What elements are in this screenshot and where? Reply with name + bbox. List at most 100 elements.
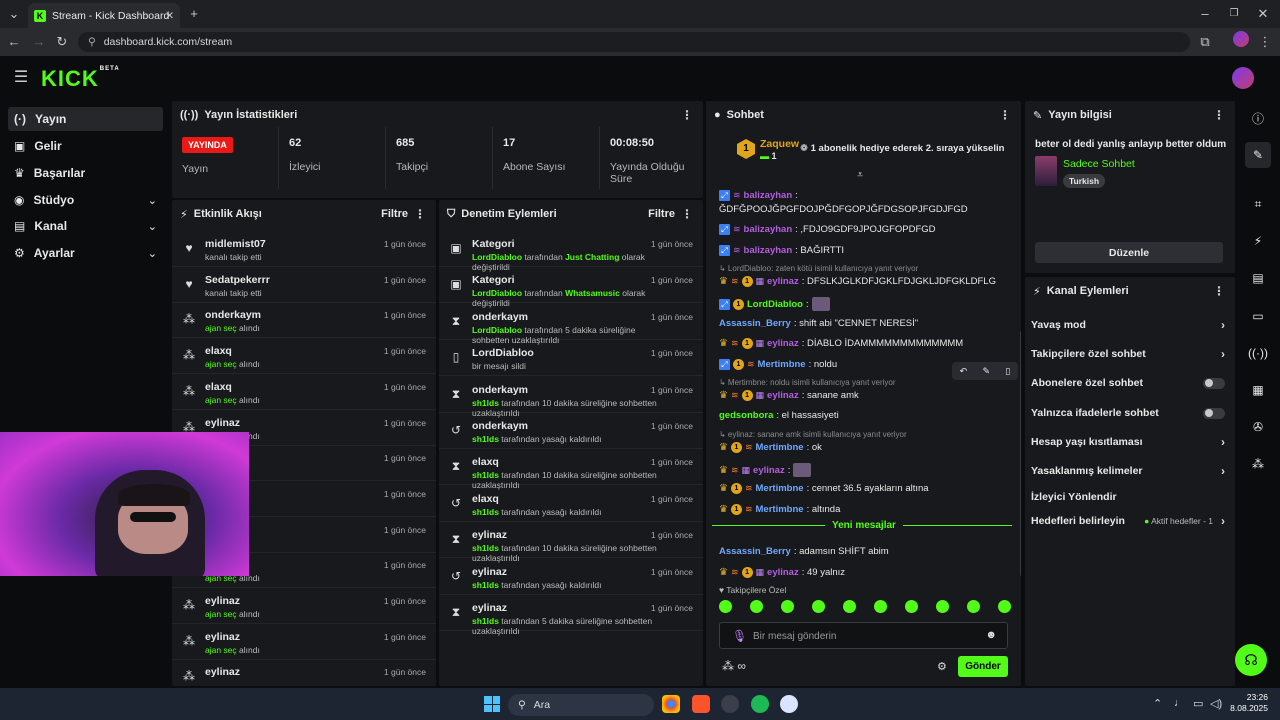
chat-username[interactable]: eylinaz bbox=[767, 390, 799, 401]
moderation-actor[interactable]: sh1lds bbox=[472, 470, 499, 480]
channel-setting-item[interactable]: Yasaklanmış kelimeler › bbox=[1031, 461, 1227, 481]
moderation-target[interactable]: elaxq bbox=[472, 456, 499, 468]
moderation-item[interactable]: ↺ onderkaym sh1lds tarafından yasağı kaldı… bbox=[439, 414, 703, 449]
moderation-target[interactable]: Kategori bbox=[472, 274, 515, 286]
moderation-actor[interactable]: sh1lds bbox=[472, 507, 499, 517]
chat-username[interactable]: eylinaz bbox=[767, 567, 799, 578]
moderation-actor[interactable]: LordDiabloo bbox=[472, 288, 522, 298]
chat-message[interactable]: ♛ 1 ≋ Mertimbne: cennet 36.5 ayakların altı… bbox=[719, 483, 929, 494]
more-options-icon[interactable]: ⋮ bbox=[999, 108, 1011, 122]
activity-item[interactable]: ⁂ eylinaz 1 gün önce bbox=[172, 660, 436, 686]
channel-setting-item[interactable]: Takipçilere özel sohbet › bbox=[1031, 344, 1227, 364]
back-icon[interactable]: ← bbox=[6, 35, 22, 49]
collapse-pinned-icon[interactable]: ⩡ bbox=[857, 169, 863, 182]
moderation-item[interactable]: ▣ Kategori LordDiabloo tarafından Whatsamu… bbox=[439, 268, 703, 308]
sidebar-item-kanal[interactable]: ▤ Kanal ⌄ bbox=[8, 214, 163, 238]
chat-message[interactable]: ⤢ 1 ≋ Mertimbne: noldu bbox=[719, 359, 837, 370]
moderation-item[interactable]: ⧗ onderkaym sh1lds tarafından 10 dakika sü… bbox=[439, 378, 703, 418]
activity-item[interactable]: ⁂ elaxq ajan seç alındı 1 gün önce bbox=[172, 375, 436, 410]
activity-username[interactable]: Sedatpekerrr bbox=[205, 274, 270, 286]
moderation-target[interactable]: onderkaym bbox=[472, 311, 528, 323]
activity-item[interactable]: ♥ Sedatpekerrr kanalı takip etti 1 gün önce bbox=[172, 268, 436, 303]
emote-icon[interactable] bbox=[874, 600, 887, 613]
channel-points-icon[interactable]: ⁂ ∞ bbox=[722, 659, 746, 673]
emote-icon[interactable] bbox=[905, 600, 918, 613]
chat-settings-icon[interactable]: ⚙ bbox=[937, 660, 947, 673]
moderation-actor[interactable]: sh1lds bbox=[472, 580, 499, 590]
moderation-target[interactable]: onderkaym bbox=[472, 420, 528, 432]
chat-username[interactable]: balizayhan bbox=[744, 245, 793, 256]
chat-message[interactable]: ♛ 1 ≋ Mertimbne: ok bbox=[719, 442, 822, 453]
user-avatar[interactable] bbox=[1232, 67, 1254, 89]
chat-username[interactable]: Mertimbne bbox=[756, 442, 804, 453]
new-tab-button[interactable]: + bbox=[186, 7, 202, 21]
chat-username[interactable]: LordDiabloo bbox=[747, 299, 803, 310]
sidebar-item-studyo[interactable]: ◉ Stüdyo ⌄ bbox=[8, 188, 163, 212]
moderation-filter-button[interactable]: Filtre bbox=[648, 208, 675, 220]
tray-volume-icon[interactable]: ◁) bbox=[1210, 697, 1222, 710]
activity-item[interactable]: ♥ midlemist07 kanalı takip etti 1 gün önce bbox=[172, 232, 436, 267]
browser-tab[interactable]: K Stream - Kick Dashboard ✕ bbox=[28, 3, 180, 28]
chat-username[interactable]: Assassin_Berry bbox=[719, 546, 791, 557]
forward-icon[interactable]: → bbox=[31, 35, 47, 49]
chat-message[interactable]: ĞDFĞPOOJĞPGFDOJPĞDFGOPJĞFDGSOPJFGDJFGD bbox=[719, 204, 968, 215]
browser-profile-avatar[interactable] bbox=[1233, 31, 1249, 47]
tray-network-icon[interactable]: ▭ bbox=[1193, 697, 1203, 710]
chat-message[interactable]: ♛ 1 ≋ Mertimbne: altında bbox=[719, 504, 840, 515]
chat-message[interactable]: ♛ ≋ ▦ eylinaz: bbox=[719, 463, 812, 477]
hamburger-menu-icon[interactable]: ☰ bbox=[13, 70, 29, 86]
chat-username[interactable]: Mertimbne bbox=[756, 504, 804, 515]
chat-message[interactable]: ♛ ≋ 1 ▦ eylinaz: DİABLO İDAMMMMMMMMMMMMM bbox=[719, 338, 963, 349]
activity-username[interactable]: elaxq bbox=[205, 345, 232, 357]
emote-icon[interactable] bbox=[998, 600, 1011, 613]
windows-start-icon[interactable] bbox=[484, 696, 500, 712]
extensions-icon[interactable]: ⧉ bbox=[1197, 35, 1213, 49]
pencil-icon[interactable]: ✎ bbox=[1245, 142, 1271, 168]
channel-setting-item[interactable]: Abonelere özel sohbet bbox=[1031, 373, 1227, 393]
emote-icon[interactable] bbox=[936, 600, 949, 613]
emote-icon[interactable] bbox=[750, 600, 763, 613]
chat-username[interactable]: Mertimbne bbox=[758, 359, 806, 370]
chat-message[interactable]: ⤢ ≋ balizayhan: bbox=[719, 190, 798, 201]
activity-filter-button[interactable]: Filtre bbox=[381, 208, 408, 220]
chat-message[interactable]: ♛ ≋ 1 ▦ eylinaz: DFSLKJGLKDFJGKLFDJGKLJDFGKL… bbox=[719, 276, 996, 287]
moderation-actor[interactable]: sh1lds bbox=[472, 543, 499, 553]
chat-username[interactable]: balizayhan bbox=[744, 190, 793, 201]
help-support-icon[interactable]: ☊ bbox=[1235, 644, 1267, 676]
chat-username[interactable]: balizayhan bbox=[744, 224, 793, 235]
channel-setting-item[interactable]: Yavaş mod › bbox=[1031, 315, 1227, 335]
activity-item[interactable]: ⁂ onderkaym ajan seç alındı 1 gün önce bbox=[172, 303, 436, 339]
more-options-icon[interactable]: ⋮ bbox=[681, 207, 693, 221]
toggle-switch[interactable] bbox=[1203, 377, 1225, 389]
chat-message[interactable]: ⤢ ≋ balizayhan: ,FDJO9GDF9JPOJGFOPDFGD bbox=[719, 224, 936, 235]
category-name[interactable]: Sadece Sohbet bbox=[1063, 158, 1135, 170]
close-tab-icon[interactable]: ✕ bbox=[165, 10, 174, 22]
pinned-username[interactable]: Zaquew bbox=[760, 138, 799, 150]
chat-scrollbar[interactable] bbox=[1020, 331, 1021, 576]
moderation-target[interactable]: eylinaz bbox=[472, 529, 507, 541]
moderation-item[interactable]: ▯ LordDiabloo bir mesajı sildi 1 gün önce bbox=[439, 341, 703, 377]
emote-icon[interactable] bbox=[812, 600, 825, 613]
moderation-list[interactable]: ▣ Kategori LordDiabloo tarafından Just Cha… bbox=[439, 232, 703, 686]
emote-icon[interactable] bbox=[843, 600, 856, 613]
more-options-icon[interactable]: ⋮ bbox=[414, 207, 426, 221]
activity-username[interactable]: eylinaz bbox=[205, 417, 240, 429]
toggle-switch[interactable] bbox=[1203, 407, 1225, 419]
more-options-icon[interactable]: ⋮ bbox=[681, 108, 693, 122]
emote-icon[interactable] bbox=[781, 600, 794, 613]
activity-item[interactable]: ⁂ eylinaz ajan seç alındı 1 gün önce bbox=[172, 589, 436, 624]
activity-username[interactable]: midlemist07 bbox=[205, 238, 266, 250]
moderation-item[interactable]: ⧗ eylinaz sh1lds tarafından 5 dakika sürel… bbox=[439, 596, 703, 636]
chat-username[interactable]: eylinaz bbox=[753, 465, 785, 476]
moderation-item[interactable]: ⧗ elaxq sh1lds tarafından 10 dakika süreli… bbox=[439, 450, 703, 490]
browser-menu-icon[interactable]: ⋮ bbox=[1257, 35, 1273, 49]
edit-button[interactable]: Düzenle bbox=[1035, 242, 1223, 263]
moderation-target[interactable]: Kategori bbox=[472, 238, 515, 250]
sidebar-item-yayin[interactable]: (·) Yayın bbox=[8, 107, 163, 131]
activity-username[interactable]: elaxq bbox=[205, 381, 232, 393]
steam-app-icon[interactable] bbox=[721, 695, 739, 713]
moderation-item[interactable]: ⧗ eylinaz sh1lds tarafından 10 dakika süre… bbox=[439, 523, 703, 563]
activity-username[interactable]: eylinaz bbox=[205, 666, 240, 678]
moderation-actor[interactable]: sh1lds bbox=[472, 398, 499, 408]
chat-username[interactable]: eylinaz bbox=[767, 276, 799, 287]
